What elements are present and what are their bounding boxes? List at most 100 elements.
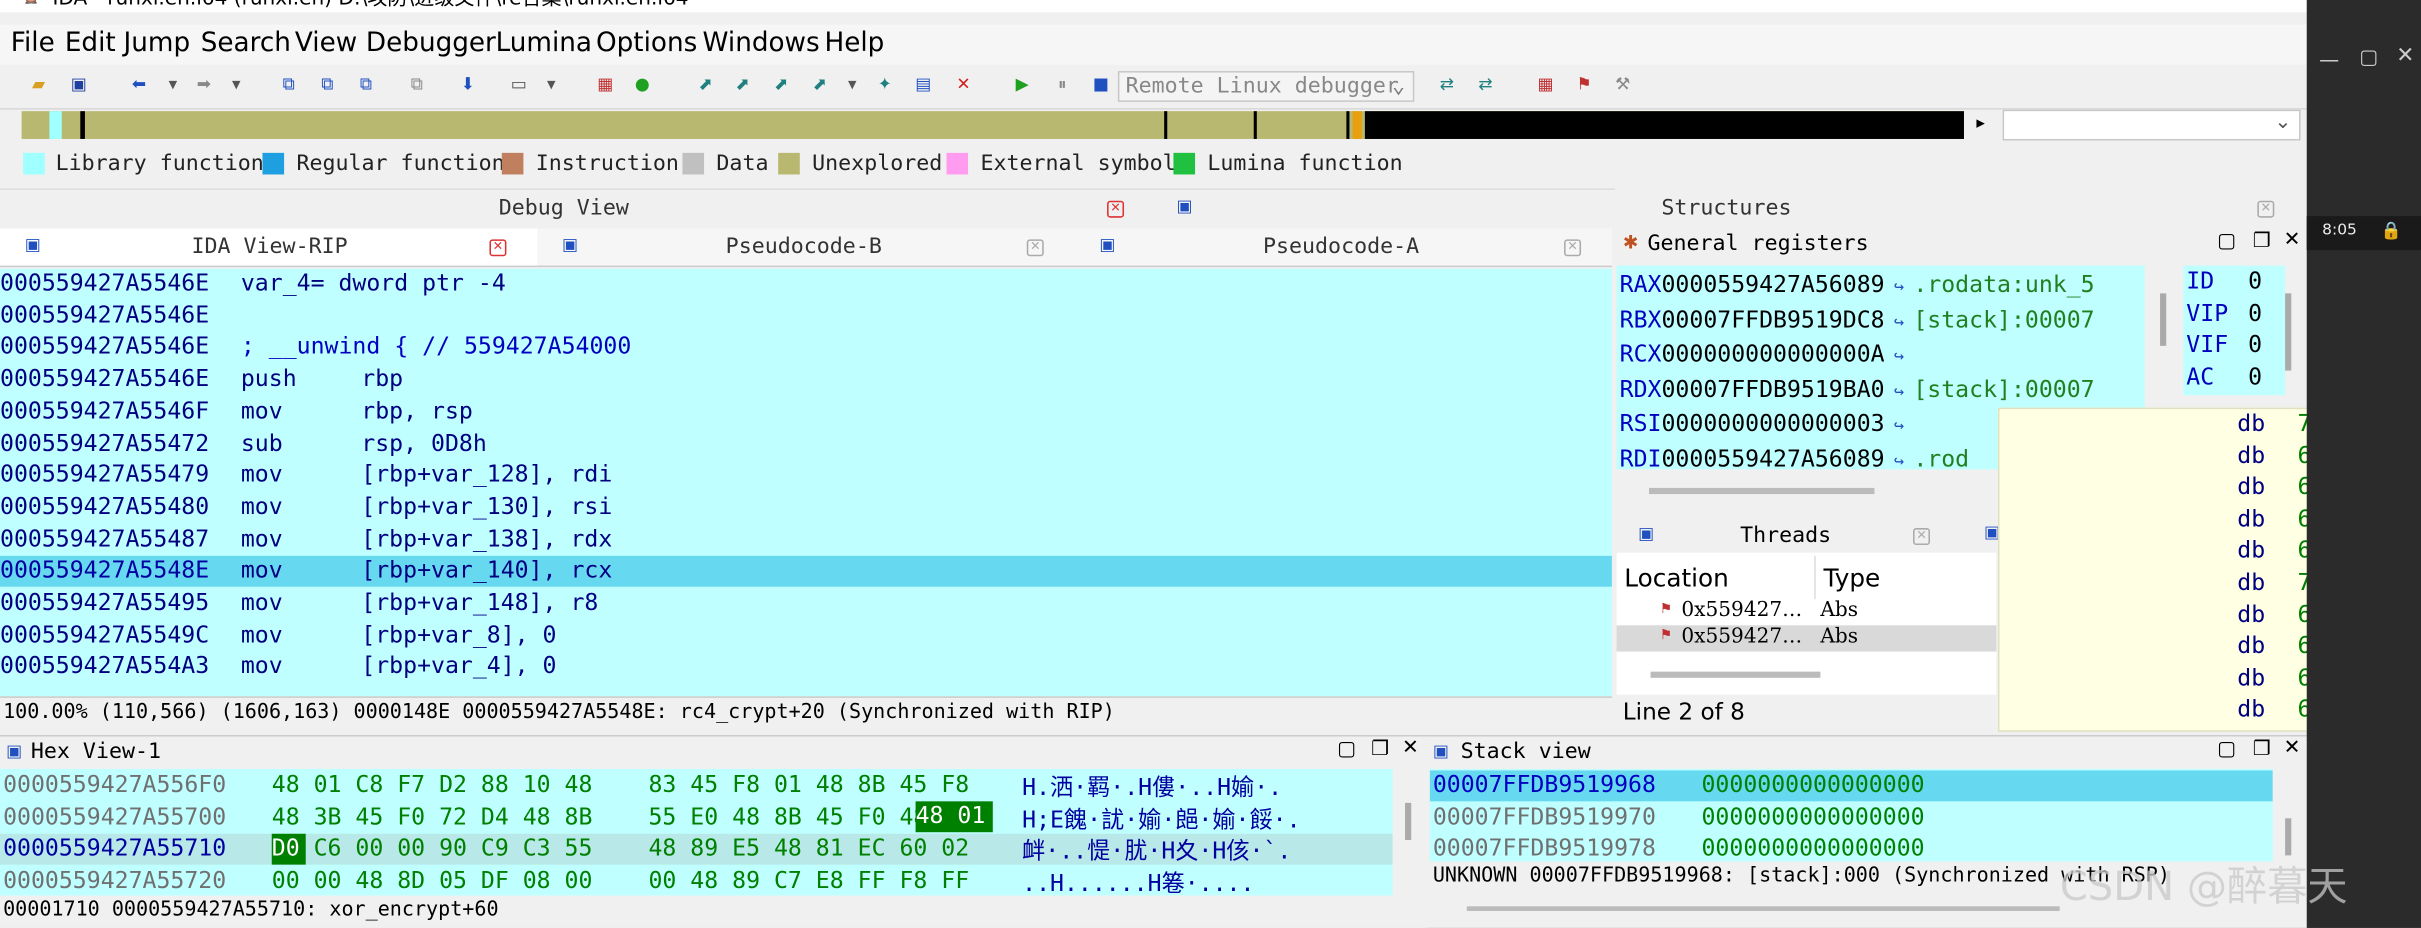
stop-icon[interactable]: ■ xyxy=(1092,75,1111,95)
stack-row[interactable]: 00007FFDB9519970 0000000000000000 xyxy=(1430,802,2273,833)
menu-debugger[interactable]: Debugger xyxy=(366,28,496,59)
register-row[interactable]: RSI0000000000000003 ↪ xyxy=(1620,409,1914,443)
disasm-row[interactable]: 000559427A55472 sub rsp, 0D8h xyxy=(0,428,1612,459)
chevron-down-icon[interactable]: ▾ xyxy=(164,75,183,95)
maximize-icon[interactable]: ▢ xyxy=(2359,46,2378,69)
flag-row[interactable]: VIF 0 xyxy=(2186,330,2262,364)
close-icon[interactable]: ✕ xyxy=(2284,229,2301,252)
tracing-icon[interactable]: ▤ xyxy=(914,75,933,95)
hex-row[interactable]: 0000559427A55720 00 00 48 8D 05 DF 08 00 0… xyxy=(0,865,1393,895)
register-row[interactable]: RBX00007FFDB9519DC8 ↪ [stack]:00007 xyxy=(1620,305,2095,339)
close-icon[interactable]: ✕ xyxy=(1564,239,1582,257)
register-row[interactable]: RDI0000559427A56089 ↪ .rod xyxy=(1620,444,1969,469)
close-icon[interactable]: ✕ xyxy=(2248,0,2265,3)
flag-row[interactable]: AC 0 xyxy=(2186,362,2262,395)
flags-scrollbar[interactable] xyxy=(2285,293,2292,371)
chevron-down-icon[interactable]: ▾ xyxy=(227,75,246,95)
menu-edit[interactable]: Edit xyxy=(65,28,116,59)
menu-windows[interactable]: Windows xyxy=(703,28,820,59)
maximize-icon[interactable]: ▢ xyxy=(2217,230,2236,253)
threads-hscrollbar[interactable] xyxy=(1650,671,1821,678)
table-row[interactable]: ⚑ 0x559427… Abs xyxy=(1617,599,1997,625)
disasm-row[interactable]: 000559427A554A3 mov [rbp+var_4], 0 xyxy=(0,652,1612,683)
text-search-icon[interactable]: ⧉ xyxy=(279,75,298,95)
close-icon[interactable]: ✕ xyxy=(2284,736,2301,759)
green-dot-icon[interactable]: ● xyxy=(633,75,652,95)
immediate-search-icon[interactable]: ⧉ xyxy=(357,75,376,95)
step-into-icon[interactable]: ⬈ xyxy=(696,75,715,95)
structures-title[interactable]: Structures xyxy=(1661,196,1791,221)
close-icon[interactable]: ✕ xyxy=(2396,43,2414,68)
delete-icon[interactable]: ✕ xyxy=(954,75,973,95)
flag-row[interactable]: ID 0 xyxy=(2186,267,2262,301)
flag-row[interactable]: VIP 0 xyxy=(2186,299,2262,333)
close-icon[interactable]: ✕ xyxy=(489,239,507,257)
menu-options[interactable]: Options xyxy=(596,28,697,59)
restore-icon[interactable]: ❐ xyxy=(2253,738,2271,761)
hex-row[interactable]: 0000559427A55700 48 3B 45 F0 72 D4 48 8B 5… xyxy=(0,802,1393,833)
ida-disassembly-view[interactable]: 000559427A5546E var_4= dword ptr -4 000559… xyxy=(0,268,1612,697)
stack-scrollbar[interactable] xyxy=(2285,818,2292,856)
register-row[interactable]: RCX000000000000000A ↪ xyxy=(1620,340,1914,374)
stack-row[interactable]: 00007FFDB9519968 0000000000000000 xyxy=(1429,770,2273,802)
nav-combo[interactable]: ⌄ xyxy=(2002,109,2301,141)
forward-arrow-icon[interactable]: ➡ xyxy=(195,75,214,95)
tools-icon[interactable]: ⚒ xyxy=(1613,75,1632,95)
maximize-icon[interactable]: ▢ xyxy=(1337,738,1356,761)
maximize-icon[interactable]: ▢ xyxy=(2217,738,2236,761)
registers-hscrollbar[interactable] xyxy=(1648,487,1875,495)
step-out-icon[interactable]: ⬈ xyxy=(811,75,830,95)
menu-jump[interactable]: Jump xyxy=(124,28,191,59)
nav-right-arrow-icon[interactable]: ▸ xyxy=(1976,113,1985,133)
graph-view-icon[interactable]: ▦ xyxy=(596,75,615,95)
run-to-cursor-icon[interactable]: ⬈ xyxy=(772,75,791,95)
close-icon[interactable]: ✕ xyxy=(1026,239,1044,257)
menu-search[interactable]: Search xyxy=(201,28,291,59)
register-row[interactable]: RAX0000559427A56089 ↪ .rodata:unk_5 xyxy=(1620,270,2095,304)
pause-icon[interactable]: ⏸ xyxy=(1053,75,1072,95)
hex-dump[interactable]: 0000559427A556F0 48 01 C8 F7 D2 88 10 48 8… xyxy=(0,768,1393,896)
step-over-icon[interactable]: ⬈ xyxy=(733,75,752,95)
down-arrow-icon[interactable]: ⬇ xyxy=(459,75,478,95)
chevron-down-icon[interactable]: ▾ xyxy=(843,75,862,95)
back-arrow-icon[interactable]: ⬅ xyxy=(130,75,149,95)
flags-list[interactable]: ID 0 VIP 0 VIF 0 AC 0 xyxy=(2183,265,2286,396)
menu-file[interactable]: File xyxy=(11,28,55,59)
menu-view[interactable]: View xyxy=(295,28,357,59)
hex-row[interactable]: 0000559427A55710 D0 C6 00 00 90 C9 C3 55 4… xyxy=(0,833,1393,865)
breakpoint-icon[interactable]: ✦ xyxy=(875,75,894,95)
tab-pseudocode-a[interactable]: ▣ Pseudocode-A ✕ xyxy=(1075,229,1612,266)
register-row[interactable]: RDX00007FFDB9519BA0 ↪ [stack]:00007 xyxy=(1620,374,2095,408)
play-icon[interactable]: ▶ xyxy=(1013,75,1032,95)
chevron-down-icon[interactable]: ▾ xyxy=(542,75,561,95)
registers-scrollbar[interactable] xyxy=(2160,293,2167,346)
open-icon[interactable]: ▰ xyxy=(29,75,48,95)
restore-icon[interactable]: ❐ xyxy=(1371,738,1389,761)
disasm-row[interactable]: 000559427A5546E xyxy=(0,301,1612,332)
detach-icon[interactable]: ⇄ xyxy=(1476,75,1495,95)
close-icon[interactable]: ✕ xyxy=(2257,200,2275,218)
tab-pseudocode-b[interactable]: ▣ Pseudocode-B ✕ xyxy=(537,229,1074,266)
attach-icon[interactable]: ⇄ xyxy=(1437,75,1456,95)
threads-col-type[interactable]: Type xyxy=(1823,564,1880,593)
tab-ida-view-rip[interactable]: ▣ IDA View-RIP ✕ xyxy=(0,228,538,266)
table-row[interactable]: ⚑ 0x559427… Abs xyxy=(1616,625,1997,652)
disasm-row[interactable]: 000559427A55480 mov [rbp+var_130], rsi xyxy=(0,492,1612,523)
threads-col-location[interactable]: Location xyxy=(1624,564,1728,593)
disasm-row[interactable]: 000559427A5548E mov [rbp+var_140], rcx xyxy=(0,556,1612,588)
stack-hscrollbar[interactable] xyxy=(1466,906,2060,911)
disasm-row[interactable]: 000559427A55495 mov [rbp+var_148], r8 xyxy=(0,588,1612,619)
disasm-row[interactable]: 000559427A5549C mov [rbp+var_8], 0 xyxy=(0,620,1612,651)
navigation-band[interactable] xyxy=(21,111,1964,139)
disasm-row[interactable]: 000559427A5546E ; __unwind { // 559427A54… xyxy=(0,333,1612,364)
save-icon[interactable]: ▣ xyxy=(69,75,88,95)
menu-lumina[interactable]: Lumina xyxy=(496,28,592,59)
stack-list[interactable]: 00007FFDB9519968 0000000000000000 00007FFD… xyxy=(1429,768,2273,862)
close-icon[interactable]: ✕ xyxy=(1107,200,1125,218)
disasm-row[interactable]: 000559427A5546E var_4= dword ptr -4 xyxy=(0,269,1612,300)
segments-icon[interactable]: ▦ xyxy=(1536,75,1555,95)
restore-icon[interactable]: ❐ xyxy=(2253,230,2271,253)
breakpoint-list-icon[interactable]: ⚑ xyxy=(1575,75,1594,95)
close-icon[interactable]: ✕ xyxy=(1402,736,1419,759)
disasm-row[interactable]: 000559427A5546F mov rbp, rsp xyxy=(0,396,1612,427)
